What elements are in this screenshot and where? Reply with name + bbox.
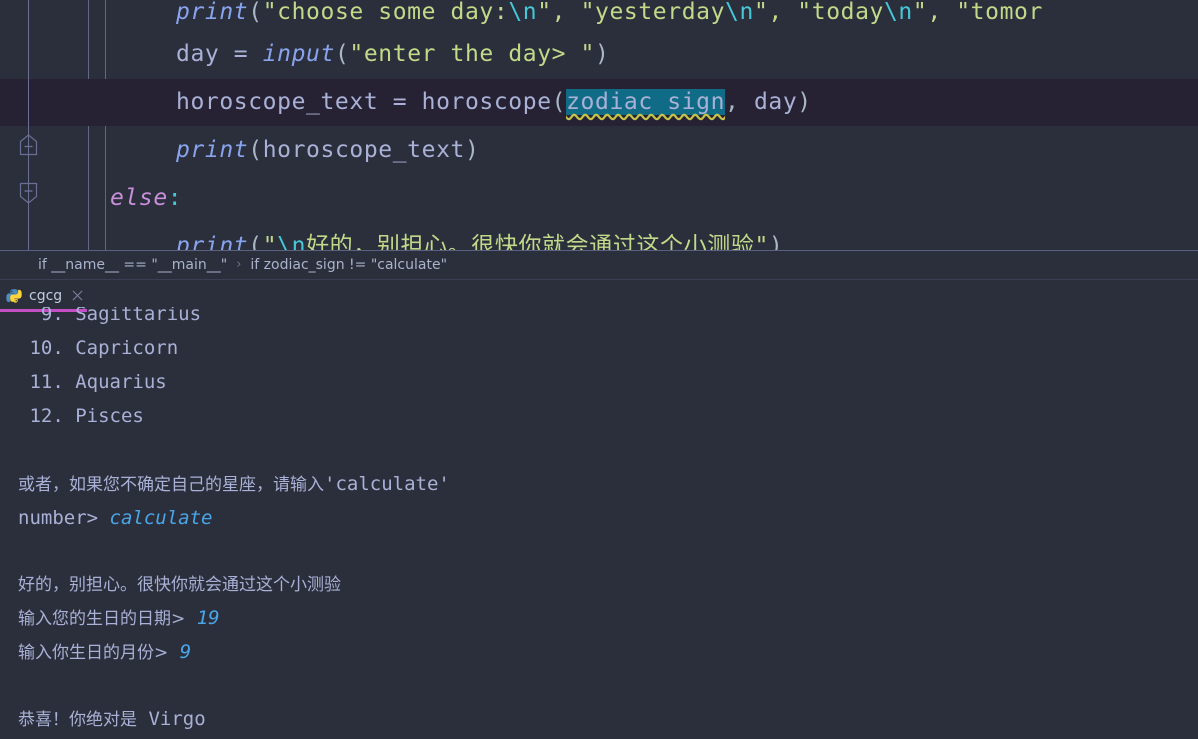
code-token: print — [176, 0, 249, 25]
console-line: 好的，别担心。很快你就会通过这个小测验 — [18, 573, 341, 596]
breadcrumb-item[interactable]: if __name__ == "__main__" — [38, 257, 227, 273]
code-token: else — [110, 185, 168, 211]
console-user-input: calculate — [109, 507, 213, 529]
code-token: "yesterday — [580, 0, 726, 25]
code-line-text: print("\n好的，别担心。很快你就会通过这个小测验") — [176, 222, 783, 250]
console-line: 10. Capricorn — [18, 337, 178, 359]
code-line[interactable]: day = input("enter the day> ") — [0, 30, 1198, 78]
code-token: , — [725, 89, 754, 115]
console-line: 输入你生日的月份> 9 — [18, 641, 191, 664]
code-token: "choose some day: — [262, 0, 509, 25]
console-text: 好的，别担心。很快你就会通过这个小测验 — [18, 575, 341, 595]
python-file-icon — [6, 288, 22, 304]
code-token: ) — [797, 89, 812, 115]
console-line: 12. Pisces — [18, 405, 144, 427]
code-line[interactable]: else: — [0, 174, 1198, 222]
code-token: input — [262, 41, 335, 67]
console-user-input: 9 — [179, 641, 192, 663]
console-text: 或者，如果您不确定自己的星座，请输入 — [18, 475, 324, 495]
console-text: Virgo — [137, 708, 206, 730]
console-line: 11. Aquarius — [18, 371, 167, 393]
console-tab-bar[interactable]: cgcg — [0, 279, 1198, 312]
code-token: "today — [797, 0, 884, 25]
console-text: 10. Capricorn — [18, 337, 179, 359]
code-line[interactable]: horoscope_text = horoscope(zodiac sign, … — [0, 78, 1198, 126]
console-line: 恭喜！你绝对是 Virgo — [18, 708, 206, 731]
console-text: 'calculate' — [324, 473, 450, 495]
code-token: zodiac sign — [566, 89, 726, 115]
breadcrumb[interactable]: if __name__ == "__main__" › if zodiac_sign… — [0, 250, 1198, 278]
breadcrumb-item[interactable]: if zodiac_sign != "calculate" — [250, 257, 447, 273]
code-token: \n — [725, 0, 754, 25]
code-token: ( — [551, 89, 567, 115]
console-line: 输入您的生日的日期> 19 — [18, 607, 220, 630]
code-token: horoscope — [421, 89, 552, 115]
console-text: 输入您的生日的日期> — [18, 609, 186, 629]
code-token: \n — [508, 0, 538, 25]
code-token: ) — [464, 137, 480, 163]
code-token: ) — [768, 233, 784, 250]
close-icon[interactable] — [71, 289, 84, 302]
code-token: horoscope_text — [262, 137, 465, 163]
code-token: "tomor — [956, 0, 1043, 25]
console-text: 输入你生日的月份> — [18, 643, 169, 663]
console-text: 9. Sagittarius — [18, 307, 202, 325]
code-token: ( — [248, 0, 263, 25]
code-token: ( — [334, 41, 350, 67]
code-token: = — [233, 41, 263, 67]
console-line: 或者，如果您不确定自己的星座，请输入'calculate' — [18, 473, 450, 496]
console-user-input: 19 — [196, 607, 220, 629]
code-line-text: print(horoscope_text) — [176, 126, 479, 174]
code-token: 好的，别担心。很快你就会通过这个小测验" — [306, 233, 769, 250]
code-token: print — [176, 233, 249, 250]
console-text: 12. Pisces — [18, 405, 144, 427]
code-token: \n — [277, 233, 307, 250]
code-line-text: horoscope_text = horoscope(zodiac sign, … — [176, 78, 812, 126]
code-token: ) — [595, 41, 610, 67]
code-token: \n — [883, 0, 913, 25]
console-tab-label: cgcg — [29, 287, 63, 304]
code-editor-pane[interactable]: print("choose some day:\n", "yesterday\n… — [0, 0, 1198, 250]
chevron-right-icon: › — [236, 257, 242, 272]
code-token: day — [753, 89, 798, 115]
code-token: "enter the day> " — [349, 41, 596, 67]
code-line-text: day = input("enter the day> ") — [176, 30, 609, 78]
console-text: 11. Aquarius — [18, 371, 167, 393]
console-line: 9. Sagittarius — [18, 307, 201, 325]
code-token: ", — [753, 0, 798, 25]
code-token: day — [176, 41, 234, 67]
code-token: print — [176, 137, 249, 163]
run-console-pane[interactable]: cgcg 9. Sagittarius 10. Capricorn 11. Aq… — [0, 279, 1198, 739]
code-line-text: else: — [110, 174, 182, 222]
code-line[interactable]: print(horoscope_text) — [0, 126, 1198, 174]
code-token: ", — [537, 0, 581, 25]
code-token: " — [262, 233, 278, 250]
code-token: : — [167, 185, 183, 211]
console-output[interactable]: 9. Sagittarius 10. Capricorn 11. Aquariu… — [0, 307, 1198, 739]
code-token: horoscope_text — [176, 89, 393, 115]
code-token: ( — [248, 233, 263, 250]
code-line[interactable]: print("\n好的，别担心。很快你就会通过这个小测验") — [0, 222, 1198, 250]
code-token: ( — [248, 137, 263, 163]
console-text: number> — [18, 507, 110, 529]
code-token: = — [392, 89, 422, 115]
console-line: number> calculate — [18, 507, 212, 529]
code-token: ", — [912, 0, 957, 25]
console-text: 恭喜！你绝对是 — [18, 710, 137, 730]
